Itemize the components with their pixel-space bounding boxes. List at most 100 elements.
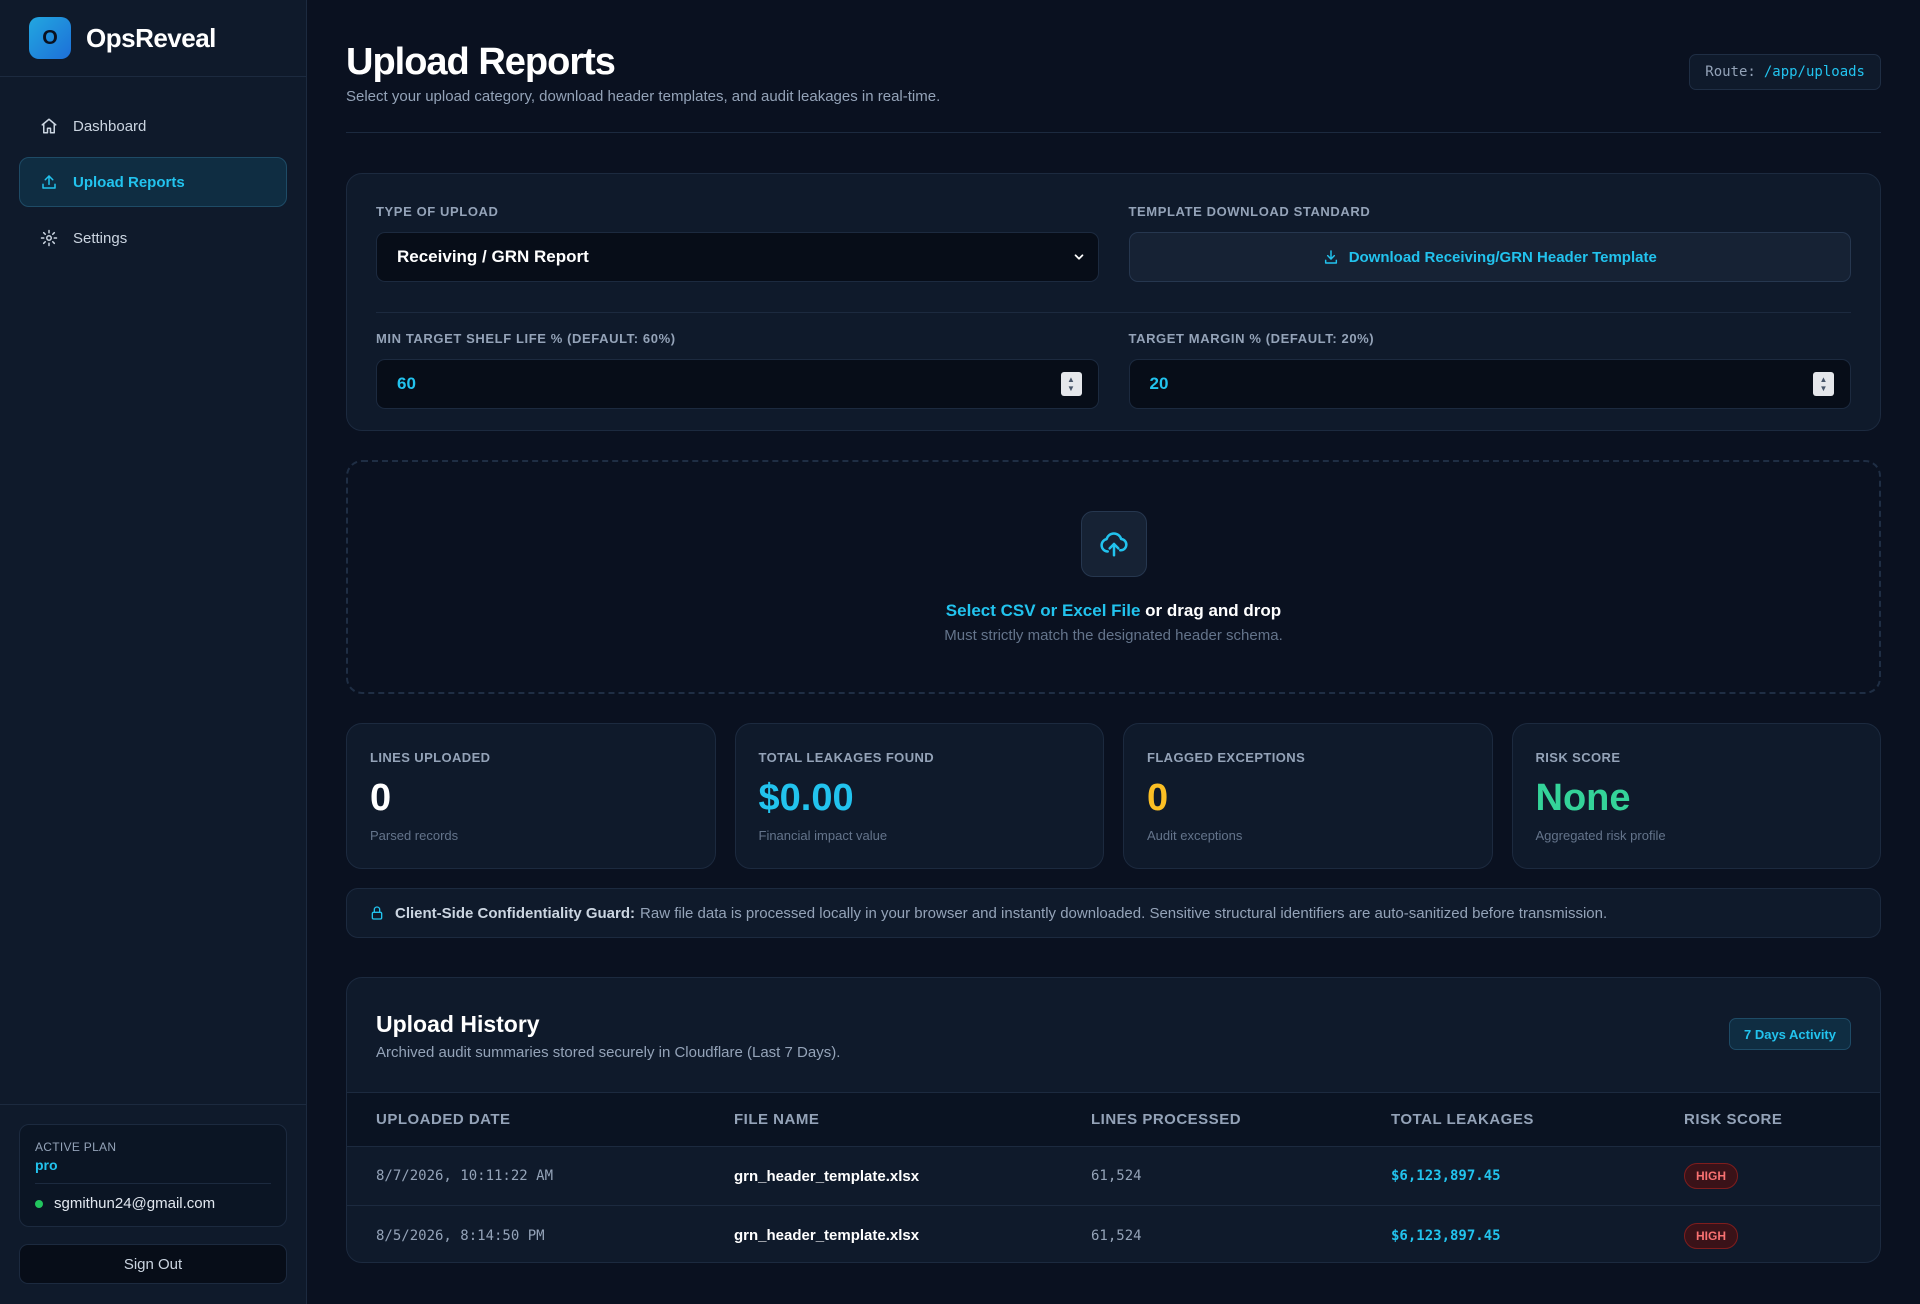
guard-text: Raw file data is processed locally in yo… xyxy=(640,904,1608,922)
upload-type-label: TYPE OF UPLOAD xyxy=(376,204,499,219)
stat-label: RISK SCORE xyxy=(1535,750,1621,765)
cell-date: 8/5/2026, 8:14:50 PM xyxy=(376,1227,545,1244)
chevron-down-icon xyxy=(1074,254,1083,260)
margin-label: TARGET MARGIN % (DEFAULT: 20%) xyxy=(1128,331,1375,346)
stat-value: 0 xyxy=(370,777,392,819)
user-email: sgmithun24@gmail.com xyxy=(54,1195,216,1212)
download-template-button[interactable]: Download Receiving/GRN Header Template xyxy=(1128,232,1851,282)
column-header: UPLOADED DATE xyxy=(376,1111,511,1128)
cell-file-name: grn_header_template.xlsx xyxy=(734,1227,920,1244)
shelf-life-value: 60 xyxy=(397,374,416,393)
sidebar-item-label: Dashboard xyxy=(73,117,147,135)
stat-card-risk: RISK SCORE None Aggregated risk profile xyxy=(1511,723,1881,869)
chevron-down-icon[interactable]: ▼ xyxy=(1820,384,1828,393)
brand-name: OpsReveal xyxy=(86,22,216,53)
upload-icon-box[interactable] xyxy=(1080,510,1147,577)
sidebar-item-label: Settings xyxy=(73,229,128,247)
route-path: /app/uploads xyxy=(1763,64,1865,80)
plan-label: ACTIVE PLAN xyxy=(35,1140,117,1154)
sidebar-nav: Dashboard Upload Reports Settings xyxy=(0,77,306,263)
brand-logo: O xyxy=(29,17,71,59)
margin-stepper[interactable]: ▲ ▼ xyxy=(1813,372,1834,396)
plan-name: pro xyxy=(35,1157,271,1184)
stat-sub: Parsed records xyxy=(370,828,459,843)
upload-icon xyxy=(42,175,56,189)
history-header: Upload History Archived audit summaries … xyxy=(347,978,1880,1093)
column-header: RISK SCORE xyxy=(1684,1111,1783,1128)
page-title: Upload Reports xyxy=(346,41,616,83)
page-header: Upload Reports Select your upload catego… xyxy=(346,40,1881,133)
stat-sub: Audit exceptions xyxy=(1147,828,1243,843)
shelf-life-input[interactable]: 60 ▲ ▼ xyxy=(376,359,1099,409)
column-header: FILE NAME xyxy=(734,1111,820,1128)
stat-value: None xyxy=(1535,777,1631,819)
risk-badge: HIGH xyxy=(1684,1222,1738,1249)
column-header: LINES PROCESSED xyxy=(1091,1111,1242,1128)
upload-config-card: TYPE OF UPLOAD Receiving / GRN Report TE… xyxy=(346,173,1881,431)
cell-date: 8/7/2026, 10:11:22 AM xyxy=(376,1168,554,1184)
risk-badge: HIGH xyxy=(1684,1163,1738,1189)
app-root: O OpsReveal Dashboard Upload Reports Set… xyxy=(0,0,1920,1304)
sidebar-item-dashboard[interactable]: Dashboard xyxy=(19,101,287,151)
page-subtitle: Select your upload category, download he… xyxy=(346,88,941,105)
online-status-icon xyxy=(35,1199,43,1208)
dropzone-rest-text: or drag and drop xyxy=(1140,600,1282,620)
cell-lines: 61,524 xyxy=(1091,1168,1142,1184)
brand[interactable]: O OpsReveal xyxy=(0,0,306,77)
upload-type-select[interactable]: Receiving / GRN Report xyxy=(376,232,1099,282)
dropzone-hint: Must strictly match the designated heade… xyxy=(944,626,1283,644)
cell-file-name: grn_header_template.xlsx xyxy=(734,1167,920,1185)
home-icon xyxy=(41,118,57,134)
activity-badge: 7 Days Activity xyxy=(1728,1018,1851,1050)
chevron-up-icon[interactable]: ▲ xyxy=(1820,375,1828,384)
stat-label: TOTAL LEAKAGES FOUND xyxy=(758,750,935,765)
stat-card-leakages: TOTAL LEAKAGES FOUND $0.00 Financial imp… xyxy=(734,723,1104,869)
sidebar-item-settings[interactable]: Settings xyxy=(19,213,287,263)
sign-out-button[interactable]: Sign Out xyxy=(19,1244,287,1284)
plan-box: ACTIVE PLAN pro sgmithun24@gmail.com xyxy=(19,1124,287,1227)
main-content: Upload Reports Select your upload catego… xyxy=(307,0,1920,1304)
divider xyxy=(376,312,1851,313)
stat-label: FLAGGED EXCEPTIONS xyxy=(1147,750,1306,765)
sidebar-item-upload-reports[interactable]: Upload Reports xyxy=(19,157,287,207)
table-header: UPLOADED DATE FILE NAME LINES PROCESSED … xyxy=(347,1093,1880,1147)
file-dropzone[interactable]: Select CSV or Excel File or drag and dro… xyxy=(346,460,1881,694)
template-label: TEMPLATE DOWNLOAD STANDARD xyxy=(1128,204,1371,219)
sidebar: O OpsReveal Dashboard Upload Reports Set… xyxy=(0,0,307,1304)
history-subtitle: Archived audit summaries stored securely… xyxy=(376,1044,841,1061)
cell-leakages: $6,123,897.45 xyxy=(1391,1227,1501,1244)
chevron-up-icon[interactable]: ▲ xyxy=(1067,375,1075,384)
download-template-label: Download Receiving/GRN Header Template xyxy=(1348,248,1657,266)
user-row: sgmithun24@gmail.com xyxy=(35,1195,271,1212)
stat-sub: Aggregated risk profile xyxy=(1535,828,1666,843)
guard-title: Client-Side Confidentiality Guard: xyxy=(395,904,636,922)
cloud-upload-icon xyxy=(1099,531,1128,556)
lock-icon xyxy=(371,906,383,920)
cell-leakages: $6,123,897.45 xyxy=(1391,1168,1501,1184)
upload-history-card: Upload History Archived audit summaries … xyxy=(346,977,1881,1263)
shelf-life-label: MIN TARGET SHELF LIFE % (DEFAULT: 60%) xyxy=(376,331,676,346)
table-row[interactable]: 8/5/2026, 8:14:50 PM grn_header_template… xyxy=(347,1206,1880,1262)
route-chip: Route: /app/uploads xyxy=(1689,54,1881,90)
upload-type-value: Receiving / GRN Report xyxy=(397,247,589,266)
margin-input[interactable]: 20 ▲ ▼ xyxy=(1128,359,1851,409)
stat-card-lines: LINES UPLOADED 0 Parsed records xyxy=(346,723,716,869)
select-file-link[interactable]: Select CSV or Excel File xyxy=(946,601,1141,620)
history-title: Upload History xyxy=(376,1011,540,1037)
stats-row: LINES UPLOADED 0 Parsed records TOTAL LE… xyxy=(346,723,1881,869)
dropzone-text: Select CSV or Excel File or drag and dro… xyxy=(946,601,1281,621)
download-icon xyxy=(1324,250,1337,264)
confidentiality-guard-banner: Client-Side Confidentiality Guard: Raw f… xyxy=(346,888,1881,938)
table-row[interactable]: 8/7/2026, 10:11:22 AM grn_header_templat… xyxy=(347,1147,1880,1206)
column-header: TOTAL LEAKAGES xyxy=(1391,1111,1534,1128)
stat-value: $0.00 xyxy=(758,777,854,819)
stat-value: 0 xyxy=(1147,777,1169,819)
stat-label: LINES UPLOADED xyxy=(370,750,491,765)
chevron-down-icon[interactable]: ▼ xyxy=(1067,384,1075,393)
shelf-life-stepper[interactable]: ▲ ▼ xyxy=(1060,372,1082,396)
stat-card-exceptions: FLAGGED EXCEPTIONS 0 Audit exceptions xyxy=(1123,723,1493,869)
gear-icon xyxy=(40,229,58,247)
stat-sub: Financial impact value xyxy=(758,828,888,843)
sidebar-item-label: Upload Reports xyxy=(73,173,185,191)
route-label: Route: xyxy=(1705,64,1756,80)
